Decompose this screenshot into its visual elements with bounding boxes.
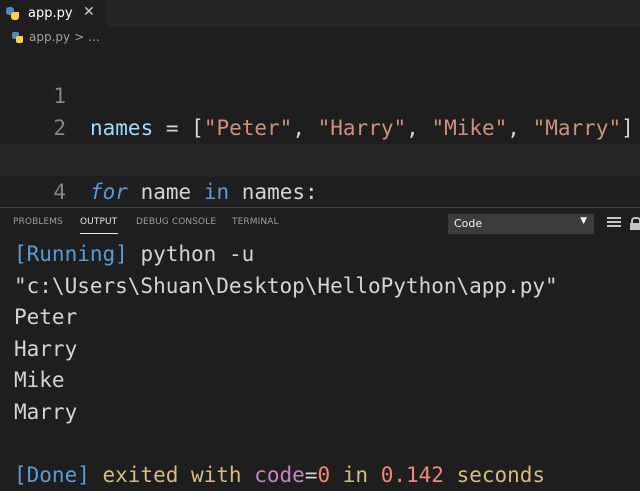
tab-output[interactable]: OUTPUT (80, 217, 117, 227)
output-result: Harry (14, 337, 78, 361)
dropdown-arrow-icon: ▼ (580, 216, 587, 226)
output-channel-value: Code (454, 217, 483, 230)
output-channel-select[interactable]: Code ▼ (448, 214, 594, 234)
output-line-running: [Running] python -u (14, 242, 255, 266)
tab-debug-console[interactable]: DEBUG CONSOLE (136, 217, 216, 227)
code-editor[interactable]: 1 names = ["Peter", "Harry", "Mike", "Ma… (0, 47, 640, 237)
output-result: Peter (14, 305, 78, 329)
editor-tab-bar: app.py ✕ (0, 0, 640, 27)
code-line[interactable]: 5 (0, 176, 640, 236)
breadcrumb-separator: > (74, 30, 85, 44)
output-line-done: [Done] exited with code=0 in 0.142 secon… (14, 463, 546, 487)
tab-terminal[interactable]: TERMINAL (232, 217, 279, 227)
python-file-icon (6, 7, 19, 20)
active-tab-indicator (80, 233, 118, 234)
breadcrumb: app.py > ... (0, 27, 640, 47)
breadcrumb-file[interactable]: app.py (29, 30, 70, 44)
output-result: Marry (14, 400, 78, 424)
close-icon[interactable]: ✕ (83, 4, 95, 20)
tab-app-py[interactable]: app.py ✕ (0, 0, 106, 27)
code-line[interactable]: 1 names = ["Peter", "Harry", "Mike", "Ma… (0, 48, 640, 140)
tab-problems[interactable]: PROBLEMS (13, 217, 63, 227)
code-line-current[interactable]: 4 print(name) (0, 144, 640, 237)
python-file-icon (12, 31, 23, 43)
panel-header: PROBLEMS OUTPUT DEBUG CONSOLE TERMINAL C… (0, 207, 640, 238)
clear-output-icon[interactable] (607, 217, 621, 228)
output-result: Mike (14, 368, 65, 392)
code-line[interactable]: 3 for name in names: (0, 112, 640, 204)
output-line-path: "c:\Users\Shuan\Desktop\HelloPython\app.… (14, 274, 558, 298)
lock-scroll-icon[interactable] (630, 217, 640, 230)
breadcrumb-more[interactable]: ... (88, 30, 99, 44)
tab-label: app.py (28, 6, 73, 21)
output-panel[interactable]: [Running] python -u "c:\Users\Shuan\Desk… (0, 237, 640, 487)
code-line[interactable]: 2 (0, 80, 640, 140)
